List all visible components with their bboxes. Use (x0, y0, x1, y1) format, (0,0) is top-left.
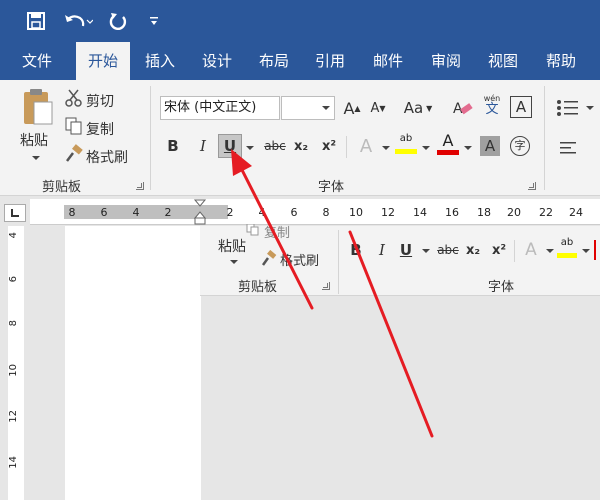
annotation-arrows (231, 149, 434, 438)
annotation-arrow-line (348, 230, 434, 438)
annotation-arrow-line (238, 164, 314, 310)
